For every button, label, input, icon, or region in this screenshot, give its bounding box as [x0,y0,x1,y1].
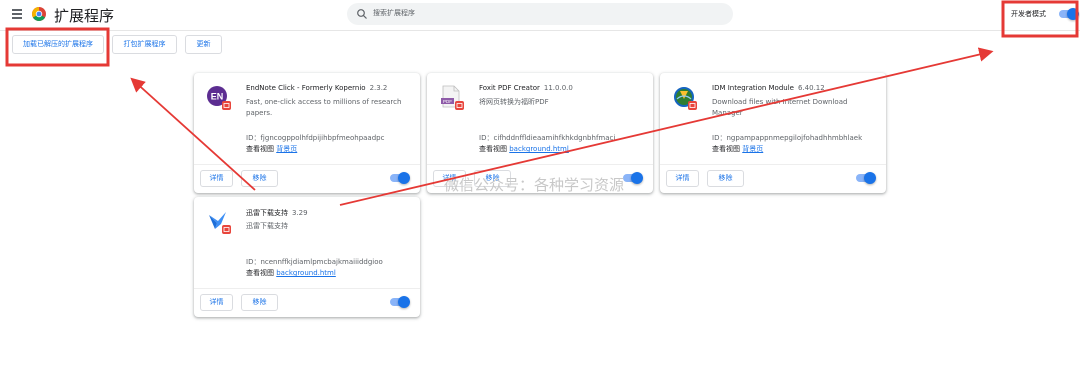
idm-globe-icon [674,87,697,110]
extension-views: 查看视图 background.html [479,145,569,153]
page-title: 扩展程序 [54,7,115,25]
details-button[interactable]: 详情 [666,170,699,187]
details-button[interactable]: 详情 [200,294,233,311]
pack-extension-button[interactable]: 打包扩展程序 [112,35,177,54]
thunder-bird-icon [209,212,231,234]
extension-description: 将网页转换为福昕PDF [479,98,549,106]
watermark-text: 微信公众号：各种学习资源 [444,176,625,194]
extension-id: ID：cifhddnffldieaamihfkhkdgnbhfmaci [479,134,616,142]
extension-id: ID：ncennffkjdiamlpmcbajkmaiiiddgioo [246,258,383,266]
chrome-logo-icon [32,7,46,21]
extension-views: 查看视图 背景页 [712,145,764,153]
extension-description: Download files with Internet Download Ma… [712,98,848,117]
extension-description: 迅雷下载支持 [246,222,288,230]
pdf-file-icon: PDF [441,85,464,110]
load-unpacked-button[interactable]: 加载已解压的扩展程序 [12,35,104,54]
extension-views: 查看视图 背景页 [246,145,298,153]
update-button[interactable]: 更新 [185,35,222,54]
extension-id: ID：ngpampappnmepgilojfohadhhmbhlaek [712,134,863,142]
search-icon [357,9,367,19]
view-link[interactable]: 背景页 [742,145,763,153]
view-link[interactable]: 背景页 [276,145,297,153]
extension-description: Fast, one-click access to millions of re… [246,98,402,117]
search-input[interactable]: 搜索扩展程序 [347,3,733,25]
extension-name: EndNote Click - Formerly Kopernio 2.3.2 [246,84,388,92]
dev-mode-toggle[interactable] [1059,8,1079,20]
extension-name: IDM Integration Module 6.40.12 [712,84,825,92]
extension-enable-toggle[interactable] [390,172,410,184]
extension-enable-toggle[interactable] [390,296,410,308]
view-link[interactable]: background.html [276,269,336,277]
extension-name: Foxit PDF Creator 11.0.0.0 [479,84,573,92]
remove-button[interactable]: 移除 [241,170,278,187]
extension-card-idm: IDM Integration Module 6.40.12 Download f… [660,73,886,193]
extension-card-endnote: EN EndNote Click - Formerly Kopernio 2.3.… [194,73,420,193]
search-placeholder: 搜索扩展程序 [373,9,415,17]
view-link[interactable]: background.html [509,145,569,153]
details-button[interactable]: 详情 [200,170,233,187]
endnote-en-icon: EN [207,86,231,110]
top-bar: 扩展程序 搜索扩展程序 开发者模式 [0,0,1080,30]
svg-text:PDF: PDF [443,99,452,104]
extension-enable-toggle[interactable] [856,172,876,184]
extension-name: 迅雷下载支持 3.29 [246,209,308,217]
hamburger-menu-icon[interactable] [12,9,22,19]
extension-id: ID：fjgncogppolhfdpijihbpfmeohpaadpc [246,134,385,142]
extension-views: 查看视图 background.html [246,269,336,277]
extension-enable-toggle[interactable] [623,172,643,184]
remove-button[interactable]: 移除 [707,170,744,187]
header-divider [0,30,1080,31]
extension-card-thunder: 迅雷下载支持 3.29 迅雷下载支持 ID：ncennffkjdiamlpmcba… [194,197,420,317]
dev-mode-label: 开发者模式 [1011,10,1046,18]
svg-text:EN: EN [211,92,224,102]
remove-button[interactable]: 移除 [241,294,278,311]
